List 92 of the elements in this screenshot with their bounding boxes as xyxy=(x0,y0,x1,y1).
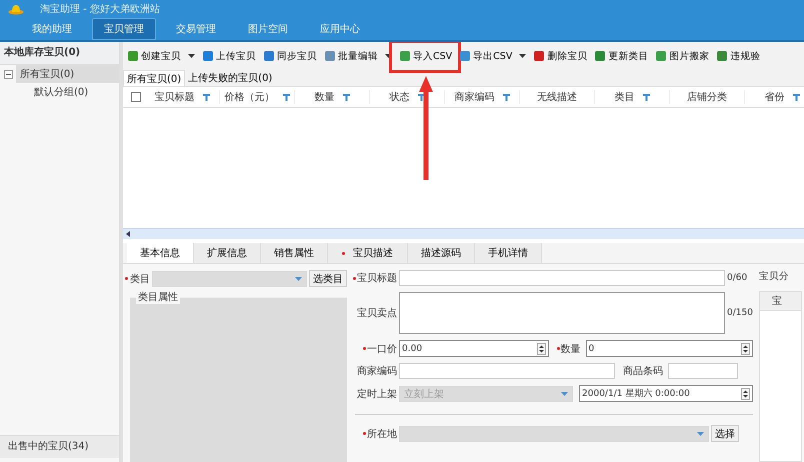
merchant-code-input[interactable] xyxy=(399,363,615,379)
price-spinner[interactable]: 0.00 xyxy=(399,340,549,357)
nav-tab[interactable]: 应用中心 xyxy=(308,18,372,40)
detail-tab[interactable]: 扩展信息 xyxy=(194,243,261,263)
column-header[interactable]: 宝贝标题 xyxy=(154,90,194,104)
detail-tab[interactable]: 销售属性 xyxy=(261,243,328,263)
choose-category-button[interactable]: 选类目 xyxy=(309,270,347,287)
field-label: 宝贝卖点 xyxy=(357,306,397,320)
horizontal-scrollbar[interactable] xyxy=(123,228,804,239)
dropdown-arrow-icon[interactable] xyxy=(697,432,704,436)
toolbar-icon xyxy=(128,51,138,61)
column-header[interactable]: 商家编码 xyxy=(454,90,494,104)
filter-icon[interactable] xyxy=(792,94,800,100)
toolbar-button[interactable]: 删除宝贝 xyxy=(531,48,590,64)
window-title: 淘宝助理 - 您好大弟欧洲站 xyxy=(40,2,160,16)
column-header[interactable]: 数量 xyxy=(314,90,334,104)
title-input[interactable] xyxy=(399,270,725,286)
hat-logo-icon xyxy=(8,3,24,15)
spin-arrows-icon[interactable] xyxy=(741,342,750,354)
toolbar-icon xyxy=(595,51,606,61)
toolbar-icon xyxy=(325,51,335,61)
toolbar-button[interactable]: 图片搬家 xyxy=(653,48,712,64)
select-all-checkbox[interactable] xyxy=(131,92,141,102)
field-label: 宝贝分 xyxy=(759,270,790,283)
field-label: 类目 xyxy=(130,272,150,286)
field-label: 所在地 xyxy=(367,428,397,440)
quantity-spinner[interactable]: 0 xyxy=(586,340,753,357)
toolbar-button[interactable]: 导入CSV xyxy=(397,48,456,64)
toolbar-icon xyxy=(717,51,728,61)
toolbar-icon xyxy=(203,51,213,61)
collapse-icon[interactable] xyxy=(4,70,13,78)
toolbar-icon xyxy=(460,51,470,61)
toolbar-button[interactable]: 批量编辑 xyxy=(322,48,395,64)
toolbar-icon xyxy=(264,51,274,61)
field-label: 定时上架 xyxy=(357,388,397,400)
tree-item[interactable]: 默认分组(0) xyxy=(30,83,119,101)
choose-location-button[interactable]: 选择 xyxy=(711,425,739,442)
nav-tab[interactable]: 交易管理 xyxy=(164,18,228,40)
field-label: 一口价 xyxy=(367,342,397,356)
scroll-left-icon[interactable] xyxy=(126,231,130,237)
field-value: 0 xyxy=(588,344,594,354)
caret-icon[interactable] xyxy=(188,54,195,58)
detail-tab[interactable]: 描述源码 xyxy=(408,243,475,263)
nav-tab[interactable]: 图片空间 xyxy=(236,18,300,40)
barcode-input[interactable] xyxy=(668,363,738,379)
character-counter: 0/150 xyxy=(727,308,753,318)
toolbar-button[interactable]: 上传宝贝 xyxy=(200,48,259,64)
detail-tab[interactable]: 宝贝描述 xyxy=(328,243,408,263)
dropdown-arrow-icon[interactable] xyxy=(295,276,302,280)
character-counter: 0/60 xyxy=(727,273,748,283)
column-header[interactable]: 省份 xyxy=(764,90,784,104)
nav-tab[interactable]: 我的助理 xyxy=(20,18,84,40)
field-label: 数量 xyxy=(560,342,581,356)
caret-icon[interactable] xyxy=(519,54,526,58)
selling-points-textarea[interactable] xyxy=(399,292,725,334)
toolbar-button[interactable]: 违规验 xyxy=(714,48,764,64)
toolbar-button[interactable]: 同步宝贝 xyxy=(261,48,320,64)
group-title: 类目属性 xyxy=(136,290,180,304)
field-label: 商家编码 xyxy=(357,364,397,378)
field-value: 2000/1/1 星期六 0:00:00 xyxy=(582,388,690,400)
filter-icon[interactable] xyxy=(502,94,510,100)
detail-tab[interactable]: 基本信息 xyxy=(127,243,194,263)
filter-icon[interactable] xyxy=(282,94,290,100)
field-label: 商品条码 xyxy=(623,364,663,378)
column-header[interactable]: 店铺分类 xyxy=(687,90,727,104)
spin-arrows-icon[interactable] xyxy=(741,388,750,400)
caret-icon[interactable] xyxy=(385,54,392,58)
nav-tab[interactable]: 宝贝管理 xyxy=(92,18,156,40)
toolbar-button[interactable]: 导出CSV xyxy=(457,48,530,64)
list-tab[interactable]: 上传失败的宝贝(0) xyxy=(185,70,276,86)
column-header[interactable]: 无线描述 xyxy=(537,90,577,104)
toolbar-button[interactable]: 创建宝贝 xyxy=(125,48,198,64)
field-label: 宝贝标题 xyxy=(357,272,397,285)
sidebar-footer-item[interactable]: 出售中的宝贝(34) xyxy=(0,435,119,458)
sidebar-header: 本地库存宝贝(0) xyxy=(0,42,119,65)
panel-header-text: 宝 xyxy=(772,294,782,308)
column-header[interactable]: 价格（元） xyxy=(224,90,274,104)
toolbar-icon xyxy=(400,51,410,61)
filter-icon[interactable] xyxy=(202,94,210,100)
toolbar-icon xyxy=(656,51,666,61)
filter-icon[interactable] xyxy=(642,94,650,100)
filter-icon[interactable] xyxy=(418,94,424,100)
spin-arrows-icon[interactable] xyxy=(536,342,546,354)
list-tab[interactable]: 所有宝贝(0) xyxy=(123,70,186,86)
field-value: 0.00 xyxy=(402,344,422,354)
toolbar-button[interactable]: 更新类目 xyxy=(592,48,652,64)
toolbar-icon xyxy=(534,51,544,61)
detail-tab[interactable]: 手机详情 xyxy=(475,243,542,263)
column-header[interactable]: 状态 xyxy=(390,90,410,104)
column-header[interactable]: 类目 xyxy=(614,90,634,104)
tree-item[interactable]: 所有宝贝(0) xyxy=(16,65,119,83)
filter-icon[interactable] xyxy=(342,94,350,100)
